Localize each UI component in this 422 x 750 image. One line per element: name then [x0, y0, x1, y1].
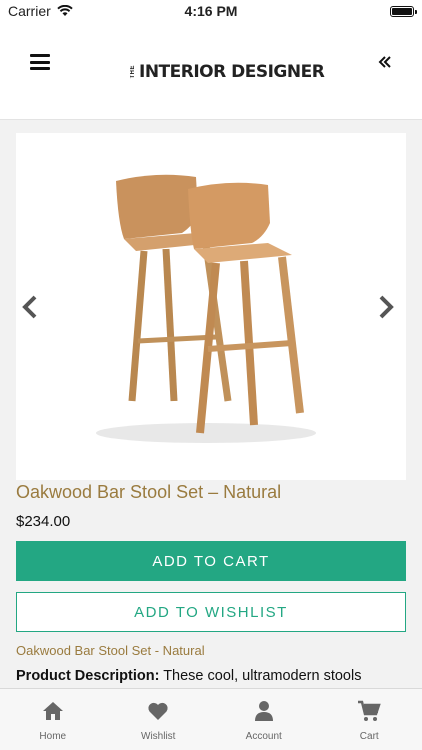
tab-account[interactable]: Account	[211, 689, 317, 750]
product-subtitle: Oakwood Bar Stool Set - Natural	[16, 643, 205, 658]
logo-prefix: THE	[130, 65, 136, 79]
tab-label: Wishlist	[141, 731, 176, 742]
hamburger-icon[interactable]	[30, 54, 50, 70]
tab-wishlist[interactable]: Wishlist	[106, 689, 212, 750]
heart-icon	[148, 702, 168, 720]
tab-home[interactable]: Home	[0, 689, 106, 750]
product-description: Product Description: These cool, ultramo…	[16, 668, 406, 688]
tab-cart[interactable]: Cart	[317, 689, 422, 750]
home-icon	[42, 702, 63, 720]
app-header: THE INTERIOR DESIGNER	[0, 22, 422, 120]
status-right	[294, 5, 417, 17]
product-image-gallery[interactable]	[16, 133, 406, 480]
status-left: Carrier	[8, 3, 128, 19]
tab-label: Cart	[359, 731, 379, 742]
description-text: These cool, ultramodern stools	[163, 668, 362, 684]
tab-label: Account	[245, 731, 282, 742]
user-icon	[254, 701, 273, 721]
carrier-label: Carrier	[8, 3, 51, 19]
battery-icon	[389, 5, 417, 17]
product-title: Oakwood Bar Stool Set – Natural	[16, 482, 282, 502]
wifi-icon	[57, 5, 73, 16]
logo: THE INTERIOR DESIGNER	[130, 62, 325, 82]
cart-icon	[358, 700, 381, 721]
chevron-left-icon[interactable]	[20, 293, 40, 321]
product-price: $234.00	[16, 513, 71, 530]
add-to-cart-button[interactable]: ADD TO CART	[16, 541, 406, 581]
tab-bar: Home Wishlist Account Cart	[0, 688, 422, 750]
tab-label: Home	[39, 731, 67, 742]
product-image	[96, 174, 316, 443]
add-to-wishlist-button[interactable]: ADD TO WISHLIST	[16, 592, 406, 632]
status-bar: Carrier 4:16 PM	[0, 0, 422, 22]
double-chevron-left-icon[interactable]	[378, 52, 392, 75]
status-time: 4:16 PM	[184, 3, 238, 19]
description-label: Product Description:	[16, 668, 160, 684]
chevron-right-icon[interactable]	[376, 293, 396, 321]
logo-text: INTERIOR DESIGNER	[139, 62, 325, 82]
